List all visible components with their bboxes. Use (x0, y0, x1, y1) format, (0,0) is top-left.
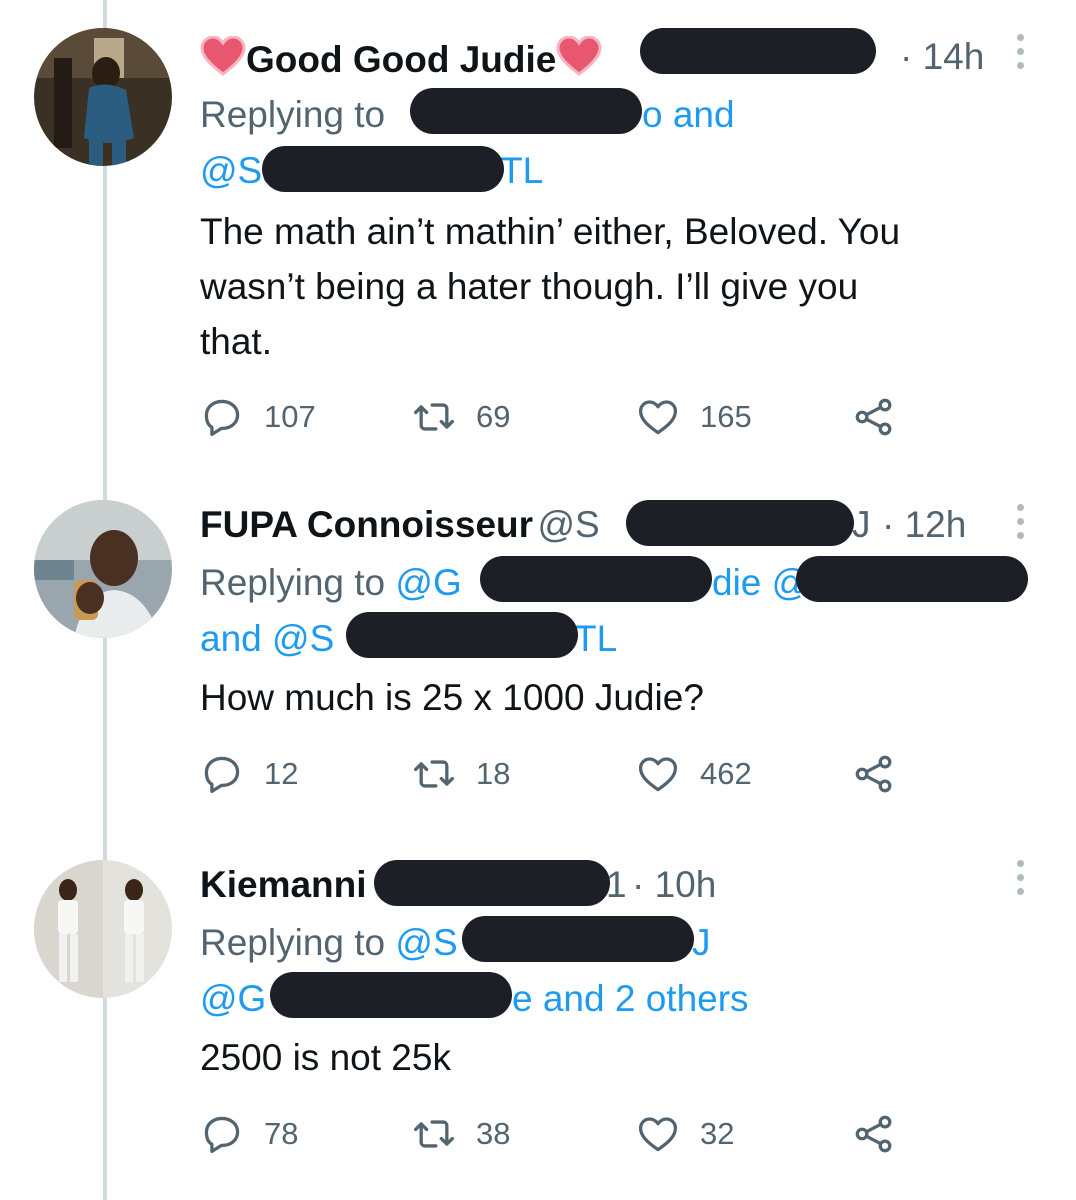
redaction (640, 28, 876, 74)
like-count: 462 (700, 756, 752, 791)
reply-line-1: Replying to @S (200, 924, 458, 961)
mention-link[interactable]: and @S (200, 620, 334, 657)
retweet-icon (414, 1120, 454, 1148)
reply-button[interactable]: 78 (200, 1110, 298, 1158)
tweet-text-line: that. (200, 321, 272, 362)
like-count: 165 (700, 399, 752, 434)
tweet-header: Good Good Judie (200, 35, 602, 80)
share-button[interactable] (852, 393, 896, 441)
redaction (270, 972, 512, 1018)
retweet-count: 69 (476, 399, 511, 434)
redaction (410, 88, 642, 134)
tweet-actions: 12 18 462 (200, 750, 920, 798)
replying-to-label: Replying to (200, 562, 386, 603)
display-name[interactable]: Good Good Judie (246, 39, 556, 80)
redaction (262, 146, 504, 192)
mention-link[interactable]: J (692, 924, 711, 961)
share-icon (855, 1115, 892, 1153)
reply-icon (204, 1116, 240, 1154)
like-icon (638, 400, 678, 435)
retweet-count: 18 (476, 756, 511, 791)
like-icon (638, 757, 678, 792)
tweet-text-line: How much is 25 x 1000 Judie? (200, 677, 704, 718)
like-button[interactable]: 165 (636, 393, 752, 441)
share-button[interactable] (852, 1110, 896, 1158)
retweet-button[interactable]: 38 (412, 1110, 510, 1158)
mention-link[interactable]: e and 2 others (512, 980, 749, 1017)
redaction (480, 556, 712, 602)
mention-link[interactable]: @G (395, 562, 461, 603)
timestamp[interactable]: · 10h (632, 866, 716, 903)
timestamp[interactable]: · 14h (900, 38, 984, 75)
reply-count: 107 (264, 399, 316, 434)
tweet-text-line: The math ain’t mathin’ either, Beloved. … (200, 211, 901, 252)
display-name[interactable]: Kiemanni (200, 864, 367, 905)
tweet[interactable]: FUPA Connoisseur @S J · 12h Replying to … (0, 480, 1076, 840)
tweet-text: 2500 is not 25k (200, 1030, 1040, 1085)
more-icon[interactable] (1013, 34, 1027, 80)
reply-icon (204, 399, 240, 437)
tweet-actions: 107 69 165 (200, 393, 920, 441)
share-button[interactable] (852, 750, 896, 798)
more-icon[interactable] (1013, 860, 1027, 906)
avatar[interactable] (34, 28, 172, 166)
tweet-actions: 78 38 32 (200, 1110, 920, 1158)
timestamp[interactable]: · 12h (882, 506, 966, 543)
handle[interactable]: @S (537, 504, 599, 545)
redaction (796, 556, 1028, 602)
like-icon (638, 1117, 678, 1152)
redaction (346, 612, 578, 658)
retweet-count: 38 (476, 1116, 511, 1151)
avatar[interactable] (34, 500, 172, 638)
avatar[interactable] (34, 860, 172, 998)
tweet-header: FUPA Connoisseur @S (200, 506, 600, 543)
reply-line-1: Replying to @G (200, 564, 462, 601)
tweet-text-line: 2500 is not 25k (200, 1037, 451, 1078)
heart-emoji (556, 35, 602, 80)
tweet-header: Kiemanni (200, 866, 367, 903)
mention-link[interactable]: TL (500, 152, 543, 189)
replying-to-label: Replying to (200, 94, 386, 135)
replying-to-label: Replying to (200, 922, 386, 963)
retweet-button[interactable]: 18 (412, 750, 510, 798)
tweet-text-line: wasn’t being a hater though. I’ll give y… (200, 266, 859, 307)
mention-link[interactable]: TL (574, 620, 617, 657)
redaction (626, 500, 854, 546)
reply-button[interactable]: 12 (200, 750, 298, 798)
like-button[interactable]: 462 (636, 750, 752, 798)
mention-link[interactable]: @G (200, 980, 266, 1017)
retweet-button[interactable]: 69 (412, 393, 510, 441)
redaction (374, 860, 610, 906)
tweet-text: The math ain’t mathin’ either, Beloved. … (200, 204, 1040, 369)
handle[interactable]: J (852, 506, 871, 543)
reply-button[interactable]: 107 (200, 393, 316, 441)
tweet[interactable]: Kiemanni 1 · 10h Replying to @S J @G e a… (0, 840, 1076, 1200)
like-count: 32 (700, 1116, 735, 1151)
share-icon (855, 398, 892, 436)
mention-link[interactable]: @S (395, 922, 457, 963)
redaction (462, 916, 694, 962)
tweet-text: How much is 25 x 1000 Judie? (200, 670, 1040, 725)
mention-link[interactable]: o and (642, 96, 735, 133)
retweet-icon (414, 403, 454, 431)
like-button[interactable]: 32 (636, 1110, 734, 1158)
more-icon[interactable] (1013, 504, 1027, 550)
reply-line-1: Replying to (200, 96, 385, 133)
display-name[interactable]: FUPA Connoisseur (200, 504, 533, 545)
tweet[interactable]: Good Good Judie · 14h Replying to o and … (0, 0, 1076, 480)
share-icon (855, 755, 892, 793)
mention-link[interactable]: die @ (712, 564, 809, 601)
reply-icon (204, 756, 240, 794)
heart-emoji (200, 35, 246, 80)
reply-count: 78 (264, 1116, 299, 1151)
reply-count: 12 (264, 756, 299, 791)
retweet-icon (414, 760, 454, 788)
